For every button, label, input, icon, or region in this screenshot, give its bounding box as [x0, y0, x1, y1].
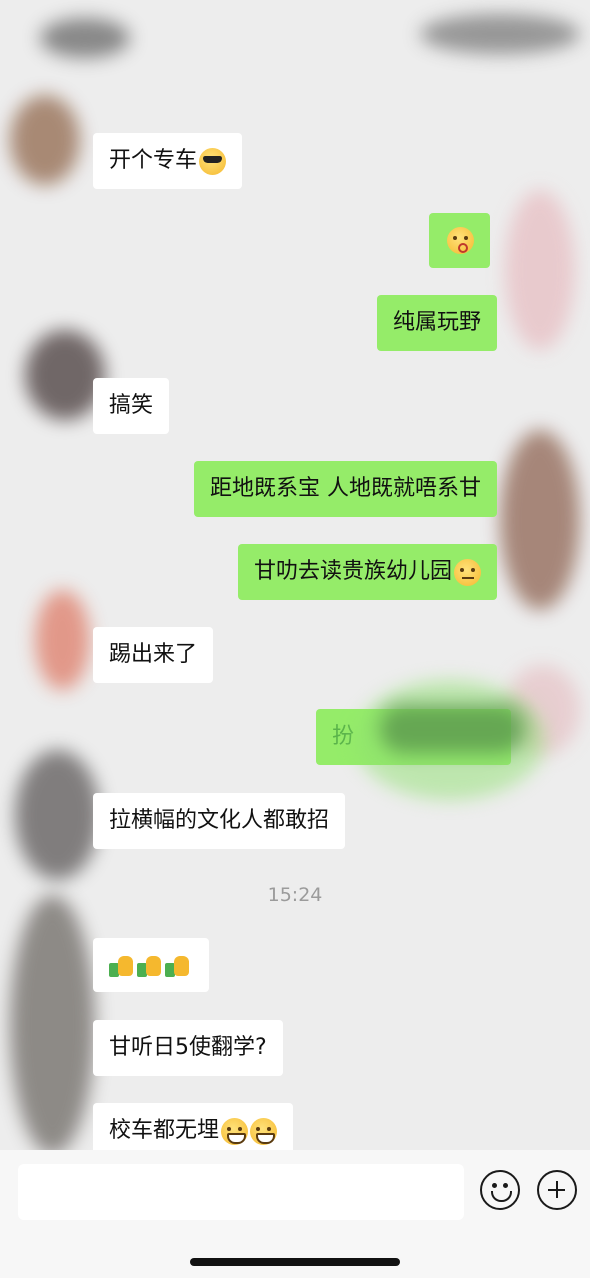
- message-right: [429, 213, 490, 268]
- message-text: 踢出来了: [109, 642, 198, 667]
- sunglasses-emoji-icon: [199, 147, 227, 175]
- message-bubble[interactable]: 纯属玩野: [376, 295, 497, 351]
- thumbs-up-icon: [137, 952, 163, 978]
- message-left: 踢出来了: [93, 627, 214, 683]
- thumbs-up-icon: [165, 952, 191, 978]
- message-text: 纯属玩野: [392, 310, 481, 335]
- message-bubble[interactable]: 距地既系宝 人地既就唔系甘: [194, 461, 497, 517]
- message-bubble[interactable]: 搞笑: [93, 378, 170, 434]
- message-right: 纯属玩野: [376, 295, 497, 351]
- message-bubble[interactable]: 开个专车: [93, 133, 243, 189]
- grin-emoji-icon: [250, 1117, 278, 1145]
- message-text: 搞笑: [109, 393, 154, 418]
- message-left: [93, 938, 209, 992]
- message-left: 拉横幅的文化人都敢招: [93, 793, 346, 849]
- message-text: 校车都无埋: [109, 1118, 220, 1143]
- message-text: 扮: [332, 724, 355, 749]
- message-right: 距地既系宝 人地既就唔系甘: [194, 461, 497, 517]
- message-input[interactable]: [18, 1164, 464, 1220]
- input-toolbar: [0, 1150, 590, 1278]
- message-bubble[interactable]: [93, 938, 209, 992]
- chat-area[interactable]: 开个专车 纯属玩野 搞笑 距地既系宝 人地既就唔系甘 甘叻去读贵族幼儿园 踢出来…: [0, 0, 590, 1159]
- message-timestamp: 15:24: [267, 884, 323, 906]
- redaction-scribble: [355, 680, 545, 800]
- plus-circle-icon[interactable]: [537, 1170, 577, 1210]
- message-left: 搞笑: [93, 378, 170, 434]
- message-bubble[interactable]: 拉横幅的文化人都敢招: [93, 793, 346, 849]
- message-text: 开个专车: [109, 148, 198, 173]
- message-bubble[interactable]: 踢出来了: [93, 627, 214, 683]
- eye-roll-emoji-icon: [454, 558, 481, 586]
- message-bubble[interactable]: [429, 213, 490, 268]
- message-bubble[interactable]: 甘听日5使翻学?: [93, 1020, 283, 1076]
- smiley-icon[interactable]: [480, 1170, 520, 1210]
- message-bubble[interactable]: 甘叻去读贵族幼儿园: [237, 544, 497, 600]
- grin-emoji-icon: [221, 1117, 249, 1145]
- message-text: 拉横幅的文化人都敢招: [109, 808, 330, 833]
- kiss-emoji-icon: [447, 227, 474, 254]
- thumbs-up-icon: [109, 952, 135, 978]
- message-text: 甘叻去读贵族幼儿园: [253, 559, 452, 584]
- message-text: 甘听日5使翻学?: [109, 1035, 267, 1060]
- home-indicator[interactable]: [190, 1258, 400, 1266]
- message-right: 甘叻去读贵族幼儿园: [237, 544, 497, 600]
- message-left: 甘听日5使翻学?: [93, 1020, 283, 1076]
- message-text: 距地既系宝 人地既就唔系甘: [210, 476, 481, 501]
- message-left: 开个专车: [93, 133, 243, 189]
